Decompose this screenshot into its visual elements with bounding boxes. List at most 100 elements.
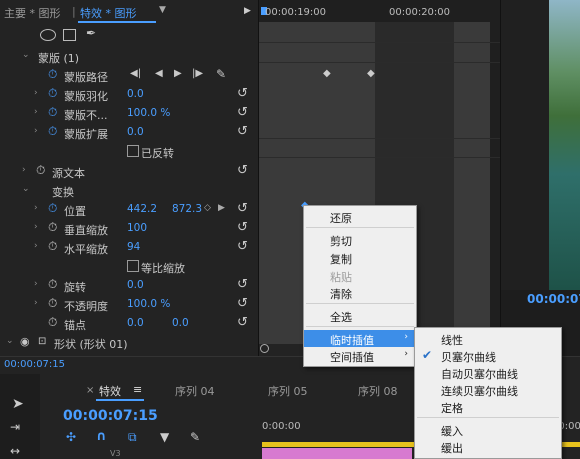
reset-icon[interactable]: ↺ bbox=[237, 163, 248, 178]
position-y-value[interactable]: 872.3 bbox=[172, 203, 202, 215]
stopwatch-icon[interactable]: ⏱ bbox=[48, 87, 60, 99]
reset-icon[interactable]: ↺ bbox=[237, 277, 248, 292]
anchor-x-value[interactable]: 0.0 bbox=[127, 317, 144, 329]
stopwatch-icon[interactable]: ⏱ bbox=[48, 68, 60, 80]
magnet-icon[interactable]: ∩ bbox=[96, 429, 107, 444]
reset-icon[interactable]: ↺ bbox=[237, 315, 248, 330]
tab-effect-graphic[interactable]: 特效 * 图形 bbox=[80, 5, 137, 21]
position-x-value[interactable]: 442.2 bbox=[127, 203, 157, 215]
menu-item-cut[interactable]: 剪切 bbox=[304, 231, 416, 248]
program-timecode[interactable]: 00:00:07 bbox=[527, 292, 580, 306]
mask-feather-value[interactable]: 0.0 bbox=[127, 88, 144, 100]
submenu-item-bezier[interactable]: ✔ 贝塞尔曲线 bbox=[415, 347, 561, 364]
tab-sequence-04[interactable]: 序列 04 bbox=[175, 383, 215, 399]
stopwatch-icon[interactable]: ⏱ bbox=[48, 297, 60, 309]
tab-sequence-08[interactable]: 序列 08 bbox=[358, 383, 398, 399]
inverted-checkbox[interactable] bbox=[127, 145, 139, 157]
pen-mask-icon[interactable]: ✒ bbox=[86, 26, 96, 40]
current-timecode[interactable]: 00:00:07:15 bbox=[4, 359, 65, 370]
marker-icon[interactable]: ▼ bbox=[160, 430, 169, 444]
menu-item-temporal-interpolation[interactable]: 临时插值 › bbox=[304, 330, 416, 347]
eye-icon[interactable]: ◉ bbox=[20, 335, 30, 348]
expand-arrow-icon[interactable]: › bbox=[34, 298, 38, 308]
mask-group-row[interactable]: ⌄ 蒙版 (1) bbox=[0, 47, 258, 66]
stopwatch-icon[interactable]: ⏱ bbox=[48, 202, 60, 214]
wrench-icon[interactable]: ✎ bbox=[216, 67, 226, 81]
next-keyframe-icon[interactable]: ▶ bbox=[218, 203, 225, 213]
selection-tool-icon[interactable]: ➤ bbox=[12, 396, 24, 412]
expand-arrow-icon[interactable]: › bbox=[34, 203, 38, 213]
reset-icon[interactable]: ↺ bbox=[237, 201, 248, 216]
submenu-item-ease-out[interactable]: 缓出 bbox=[415, 438, 561, 455]
reset-icon[interactable]: ↺ bbox=[237, 86, 248, 101]
submenu-item-continuous-bezier[interactable]: 连续贝塞尔曲线 bbox=[415, 381, 561, 398]
menu-item-clear[interactable]: 清除 bbox=[304, 284, 416, 301]
stopwatch-icon[interactable]: ⏱ bbox=[48, 278, 60, 290]
opacity-value[interactable]: 100.0 % bbox=[127, 298, 170, 310]
linked-selection-icon[interactable]: ⧉ bbox=[128, 430, 137, 445]
mask-opacity-value[interactable]: 100.0 % bbox=[127, 107, 170, 119]
collapse-arrow-icon[interactable]: ⌄ bbox=[22, 184, 30, 194]
reset-icon[interactable]: ↺ bbox=[237, 296, 248, 311]
expand-arrow-icon[interactable]: › bbox=[22, 165, 26, 175]
expand-arrow-icon[interactable]: › bbox=[34, 107, 38, 117]
track-backward-icon[interactable]: ◀| bbox=[130, 68, 141, 79]
menu-item-undo[interactable]: 还原 bbox=[304, 208, 416, 225]
track-prev-frame-icon[interactable]: ◀ bbox=[155, 68, 163, 79]
submenu-item-hold[interactable]: 定格 bbox=[415, 398, 561, 415]
submenu-item-linear[interactable]: 线性 bbox=[415, 330, 561, 347]
fx-icon[interactable]: ⊡ bbox=[38, 336, 46, 347]
stopwatch-icon[interactable]: ⏱ bbox=[48, 316, 60, 328]
mask-expand-value[interactable]: 0.0 bbox=[127, 126, 144, 138]
expand-arrow-icon[interactable]: › bbox=[34, 88, 38, 98]
track-next-frame-icon[interactable]: ▶ bbox=[174, 68, 182, 79]
submenu-item-auto-bezier[interactable]: 自动贝塞尔曲线 bbox=[415, 364, 561, 381]
zoom-handle[interactable] bbox=[260, 344, 269, 353]
stopwatch-icon[interactable]: ⏱ bbox=[48, 125, 60, 137]
stopwatch-icon[interactable]: ⏱ bbox=[48, 240, 60, 252]
stopwatch-icon[interactable]: ⏱ bbox=[36, 164, 48, 176]
sequence-timecode[interactable]: 00:00:07:15 bbox=[63, 408, 158, 424]
menu-item-select-all[interactable]: 全选 bbox=[304, 307, 416, 324]
play-icon[interactable]: ▶ bbox=[244, 6, 251, 16]
horizontal-scale-value[interactable]: 94 bbox=[127, 241, 140, 253]
collapse-arrow-icon[interactable]: ⌄ bbox=[6, 336, 14, 346]
reset-icon[interactable]: ↺ bbox=[237, 105, 248, 120]
submenu-item-ease-in[interactable]: 缓入 bbox=[415, 421, 561, 438]
menu-item-spatial-interpolation[interactable]: 空间插值 › bbox=[304, 347, 416, 364]
reset-icon[interactable]: ↺ bbox=[237, 220, 248, 235]
track-forward-icon[interactable]: |▶ bbox=[192, 68, 203, 79]
rectangle-mask-icon[interactable] bbox=[63, 29, 76, 41]
track-select-icon[interactable]: ⇥ bbox=[10, 420, 20, 434]
ellipse-mask-icon[interactable] bbox=[40, 29, 56, 41]
expand-arrow-icon[interactable]: › bbox=[34, 126, 38, 136]
expand-arrow-icon[interactable]: › bbox=[34, 222, 38, 232]
stopwatch-icon[interactable]: ⏱ bbox=[48, 106, 60, 118]
collapse-arrow-icon[interactable]: ⌄ bbox=[22, 50, 30, 60]
expand-arrow-icon[interactable]: › bbox=[34, 279, 38, 289]
tab-main-graphic[interactable]: 主要 * 图形 bbox=[4, 5, 61, 21]
keyframe-diamond[interactable]: ◆ bbox=[367, 68, 375, 79]
expand-arrow-icon[interactable]: › bbox=[34, 241, 38, 251]
timeline-ruler[interactable]: 00:00:19:00 00:00:20:00 bbox=[259, 0, 501, 23]
close-icon[interactable]: × bbox=[86, 385, 94, 396]
menu-item-copy[interactable]: 复制 bbox=[304, 249, 416, 266]
rotation-value[interactable]: 0.0 bbox=[127, 279, 144, 291]
keyframe-diamond[interactable]: ◆ bbox=[323, 68, 331, 79]
hamburger-icon[interactable]: ≡ bbox=[133, 383, 142, 396]
stopwatch-icon[interactable]: ⏱ bbox=[48, 221, 60, 233]
graphic-clip[interactable] bbox=[262, 448, 412, 459]
tab-sequence-05[interactable]: 序列 05 bbox=[268, 383, 308, 399]
transform-row[interactable]: ⌄ 变换 bbox=[0, 181, 258, 200]
uniform-scale-checkbox[interactable] bbox=[127, 260, 139, 272]
add-keyframe-icon[interactable]: ◇ bbox=[204, 203, 211, 213]
tab-effects-sequence[interactable]: 特效 bbox=[99, 383, 121, 399]
ripple-edit-icon[interactable]: ↔ bbox=[10, 444, 20, 458]
anchor-y-value[interactable]: 0.0 bbox=[172, 317, 189, 329]
reset-icon[interactable]: ↺ bbox=[237, 124, 248, 139]
reset-icon[interactable]: ↺ bbox=[237, 239, 248, 254]
chevron-down-icon[interactable]: ▼ bbox=[159, 5, 166, 15]
shape-row[interactable]: ⌄ ◉ ⊡ 形状 (形状 01) bbox=[0, 333, 258, 352]
vertical-scale-value[interactable]: 100 bbox=[127, 222, 147, 234]
settings-wrench-icon[interactable]: ✎ bbox=[190, 430, 200, 444]
